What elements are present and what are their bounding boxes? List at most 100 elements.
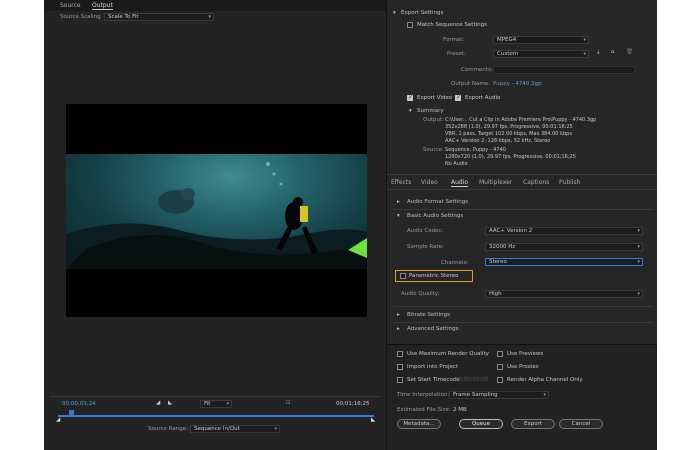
audio-codec-select[interactable]: AAC+ Version 2 ▾ — [485, 227, 643, 235]
sample-rate-value: 32000 Hz — [489, 244, 516, 250]
preview-tabs: Source Output — [44, 0, 386, 11]
tab-audio[interactable]: Audio — [451, 179, 469, 187]
settings-tabs-divider — [387, 174, 657, 175]
duration: 00;01;16;25 — [336, 401, 370, 407]
source-scaling-value: Scale To Fit — [108, 14, 139, 20]
export-audio-label: Export Audio — [465, 95, 501, 101]
chevron-down-icon: ▾ — [208, 14, 211, 20]
aspect-icon[interactable]: ⊡ — [286, 400, 291, 406]
use-proxies-checkbox[interactable] — [497, 364, 503, 370]
diver-scene-illustration — [66, 162, 367, 269]
time-interpolation-select[interactable]: Frame Sampling ▾ — [449, 391, 549, 399]
import-preset-icon[interactable]: ⌂ — [611, 49, 615, 55]
mark-in-icon[interactable]: ◢ — [156, 400, 160, 406]
chevron-down-icon: ▾ — [637, 259, 640, 265]
max-render-label: Use Maximum Render Quality — [407, 351, 489, 357]
summary-source-line: Sequence, Puppy - 4740 — [445, 147, 506, 153]
match-sequence-label: Match Sequence Settings — [417, 22, 487, 28]
parametric-stereo-label: Parametric Stereo — [409, 273, 459, 279]
delete-preset-icon[interactable]: 🗑 — [626, 49, 633, 55]
start-timecode-field[interactable]: 00;00;00;00 — [455, 377, 489, 383]
basic-audio-toggle-icon[interactable]: ▾ — [397, 213, 400, 219]
advanced-settings-heading: Advanced Settings — [407, 326, 459, 332]
audio-codec-label: Audio Codec: — [407, 228, 444, 234]
sample-rate-select[interactable]: 32000 Hz ▾ — [485, 243, 643, 251]
queue-button[interactable]: Queue — [459, 419, 503, 429]
summary-output-label: Output: — [423, 117, 444, 123]
tab-source[interactable]: Source — [60, 2, 81, 9]
chevron-down-icon: ▾ — [583, 37, 586, 43]
audio-format-settings-heading: Audio Format Settings — [407, 199, 469, 205]
source-scaling-select[interactable]: Scale To Fit ▾ — [104, 13, 214, 21]
export-settings-heading: Export Settings — [401, 10, 444, 16]
set-start-tc-checkbox[interactable] — [397, 377, 403, 383]
export-settings-window: Source Output Source Scaling Scale To Fi… — [44, 0, 657, 450]
chevron-down-icon: ▾ — [583, 51, 586, 57]
tab-captions[interactable]: Captions — [523, 179, 549, 186]
export-audio-checkbox[interactable] — [455, 94, 461, 101]
format-value: MPEG4 — [497, 37, 517, 43]
source-range-select[interactable]: Sequence In/Out ▾ — [190, 425, 280, 433]
export-settings-toggle-icon[interactable]: ▾ — [393, 10, 396, 16]
max-render-checkbox[interactable] — [397, 351, 403, 357]
summary-output-line: AAC+ Version 2, 128 kbps, 32 kHz, Stereo — [445, 138, 551, 144]
tab-video[interactable]: Video — [421, 179, 438, 186]
use-previews-checkbox[interactable] — [497, 351, 503, 357]
use-previews-label: Use Previews — [507, 351, 544, 357]
tab-multiplexer[interactable]: Multiplexer — [479, 179, 512, 186]
file-size-label: Estimated File Size: — [397, 407, 451, 413]
audio-quality-select[interactable]: High ▾ — [485, 290, 643, 298]
format-select[interactable]: MPEG4 ▾ — [493, 36, 589, 44]
preview-pane: Source Output Source Scaling Scale To Fi… — [44, 0, 386, 450]
audio-format-toggle-icon[interactable]: ▸ — [397, 199, 400, 205]
export-video-label: Export Video — [417, 95, 453, 101]
cancel-button[interactable]: Cancel — [559, 419, 603, 429]
chevron-down-icon: ▾ — [637, 244, 640, 250]
source-scaling-label: Source Scaling — [60, 14, 101, 20]
in-point-handle-icon[interactable]: ◢ — [56, 417, 60, 423]
comments-input[interactable] — [493, 66, 635, 74]
tab-output[interactable]: Output — [92, 2, 113, 10]
fit-value: Fit — [204, 401, 211, 407]
out-point-handle-icon[interactable]: ◣ — [371, 417, 375, 423]
source-range-label: Source Range: — [148, 426, 188, 432]
render-alpha-label: Render Alpha Channel Only — [507, 377, 583, 383]
file-size-value: 2 MB — [453, 407, 467, 413]
save-preset-icon[interactable]: ⤓ — [597, 49, 599, 56]
tab-effects[interactable]: Effects — [391, 179, 411, 186]
render-alpha-checkbox[interactable] — [497, 377, 503, 383]
import-project-checkbox[interactable] — [397, 364, 403, 370]
summary-heading: Summary — [417, 108, 444, 114]
output-name-link[interactable]: Puppy - 4740.3gp — [493, 81, 542, 87]
advanced-toggle-icon[interactable]: ▸ — [397, 326, 400, 332]
settings-pane: ▾ Export Settings Match Sequence Setting… — [386, 0, 657, 450]
summary-source-line: No Audio — [445, 161, 468, 167]
export-video-checkbox[interactable] — [407, 94, 413, 101]
chevron-down-icon: ▾ — [637, 228, 640, 234]
match-sequence-checkbox[interactable] — [407, 22, 413, 28]
channels-select[interactable]: Stereo ▾ — [485, 258, 643, 266]
comments-label: Comments: — [461, 67, 493, 73]
parametric-stereo-checkbox[interactable] — [400, 273, 406, 279]
chevron-down-icon: ▾ — [274, 426, 277, 432]
section-divider — [393, 209, 653, 210]
format-label: Format: — [443, 37, 465, 43]
summary-toggle-icon[interactable]: ▾ — [409, 108, 412, 114]
summary-output-line: C:\User... Cut a Clip in Adobe Premiere … — [445, 117, 597, 123]
mark-out-icon[interactable]: ◣ — [168, 400, 172, 406]
bitrate-toggle-icon[interactable]: ▸ — [397, 312, 400, 318]
use-proxies-label: Use Proxies — [507, 364, 539, 370]
fit-select[interactable]: Fit ▾ — [200, 400, 232, 408]
timeline-bar[interactable] — [58, 415, 374, 417]
tab-publish[interactable]: Publish — [559, 179, 580, 186]
preset-select[interactable]: Custom ▾ — [493, 50, 589, 58]
summary-source-line: 1280x720 (1.0), 29.97 fps, Progressive, … — [445, 154, 576, 160]
export-button[interactable]: Export — [511, 419, 555, 429]
metadata-button[interactable]: Metadata... — [397, 419, 441, 429]
summary-output-line: 352x288 (1.0), 29.97 fps, Progressive, 0… — [445, 124, 573, 130]
audio-quality-value: High — [489, 291, 502, 297]
channels-label: Channels: — [441, 260, 469, 266]
current-time[interactable]: 00;00;03;24 — [62, 401, 96, 407]
chevron-down-icon: ▾ — [226, 401, 229, 407]
time-interpolation-value: Frame Sampling — [453, 392, 498, 398]
